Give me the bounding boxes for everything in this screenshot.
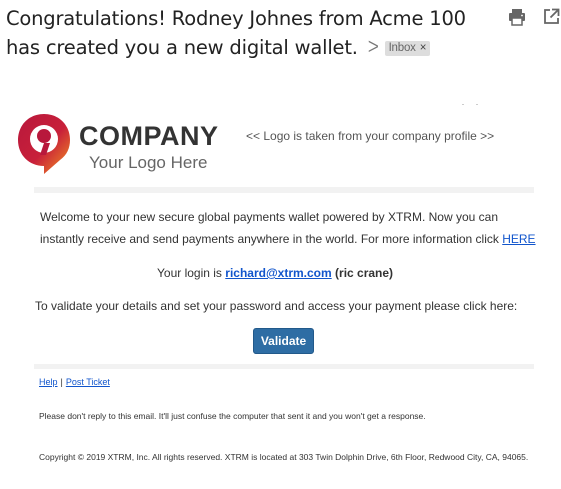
copyright-notice: Copyright © 2019 XTRM, Inc. All rights r… (39, 452, 529, 462)
footer-links: Help | Post Ticket (39, 376, 110, 388)
importance-marker-icon[interactable]: ᐳ (368, 33, 379, 62)
welcome-text: Welcome to your new secure global paymen… (40, 210, 503, 246)
subject-line-1: Congratulations! Rodney Johnes from Acme… (6, 7, 466, 30)
company-logo-name: COMPANY (79, 121, 219, 151)
decoration-dot (462, 104, 464, 105)
section-divider (34, 187, 534, 193)
validate-button[interactable]: Validate (253, 328, 314, 354)
help-link[interactable]: Help (39, 377, 58, 387)
footer-link-separator: | (60, 377, 63, 387)
print-icon[interactable] (508, 8, 526, 26)
company-logo-icon (18, 114, 70, 174)
inbox-label-text: Inbox (388, 42, 416, 54)
more-info-link[interactable]: HERE (502, 232, 535, 246)
post-ticket-link[interactable]: Post Ticket (66, 377, 110, 387)
email-subject: Congratulations! Rodney Johnes from Acme… (6, 4, 496, 62)
login-info: Your login is richard@xtrm.com (ric cran… (0, 264, 561, 282)
login-prefix: Your login is (157, 266, 226, 280)
decoration-dot (476, 104, 478, 105)
welcome-message: Welcome to your new secure global paymen… (40, 206, 540, 250)
login-email-link[interactable]: richard@xtrm.com (225, 266, 331, 280)
footer-divider (34, 364, 534, 369)
logo-tagline: Your Logo Here (89, 153, 208, 172)
no-reply-note: Please don't reply to this email. It'll … (39, 411, 426, 421)
logo-note: << Logo is taken from your company profi… (246, 129, 495, 143)
validate-instruction: To validate your details and set your pa… (35, 299, 518, 313)
inbox-label[interactable]: Inbox × (384, 41, 431, 56)
login-user-name: (ric crane) (331, 266, 394, 280)
subject-line-2: has created you a new digital wallet. (6, 36, 358, 59)
remove-label-icon[interactable]: × (420, 42, 427, 54)
open-in-new-window-icon[interactable] (543, 8, 560, 25)
